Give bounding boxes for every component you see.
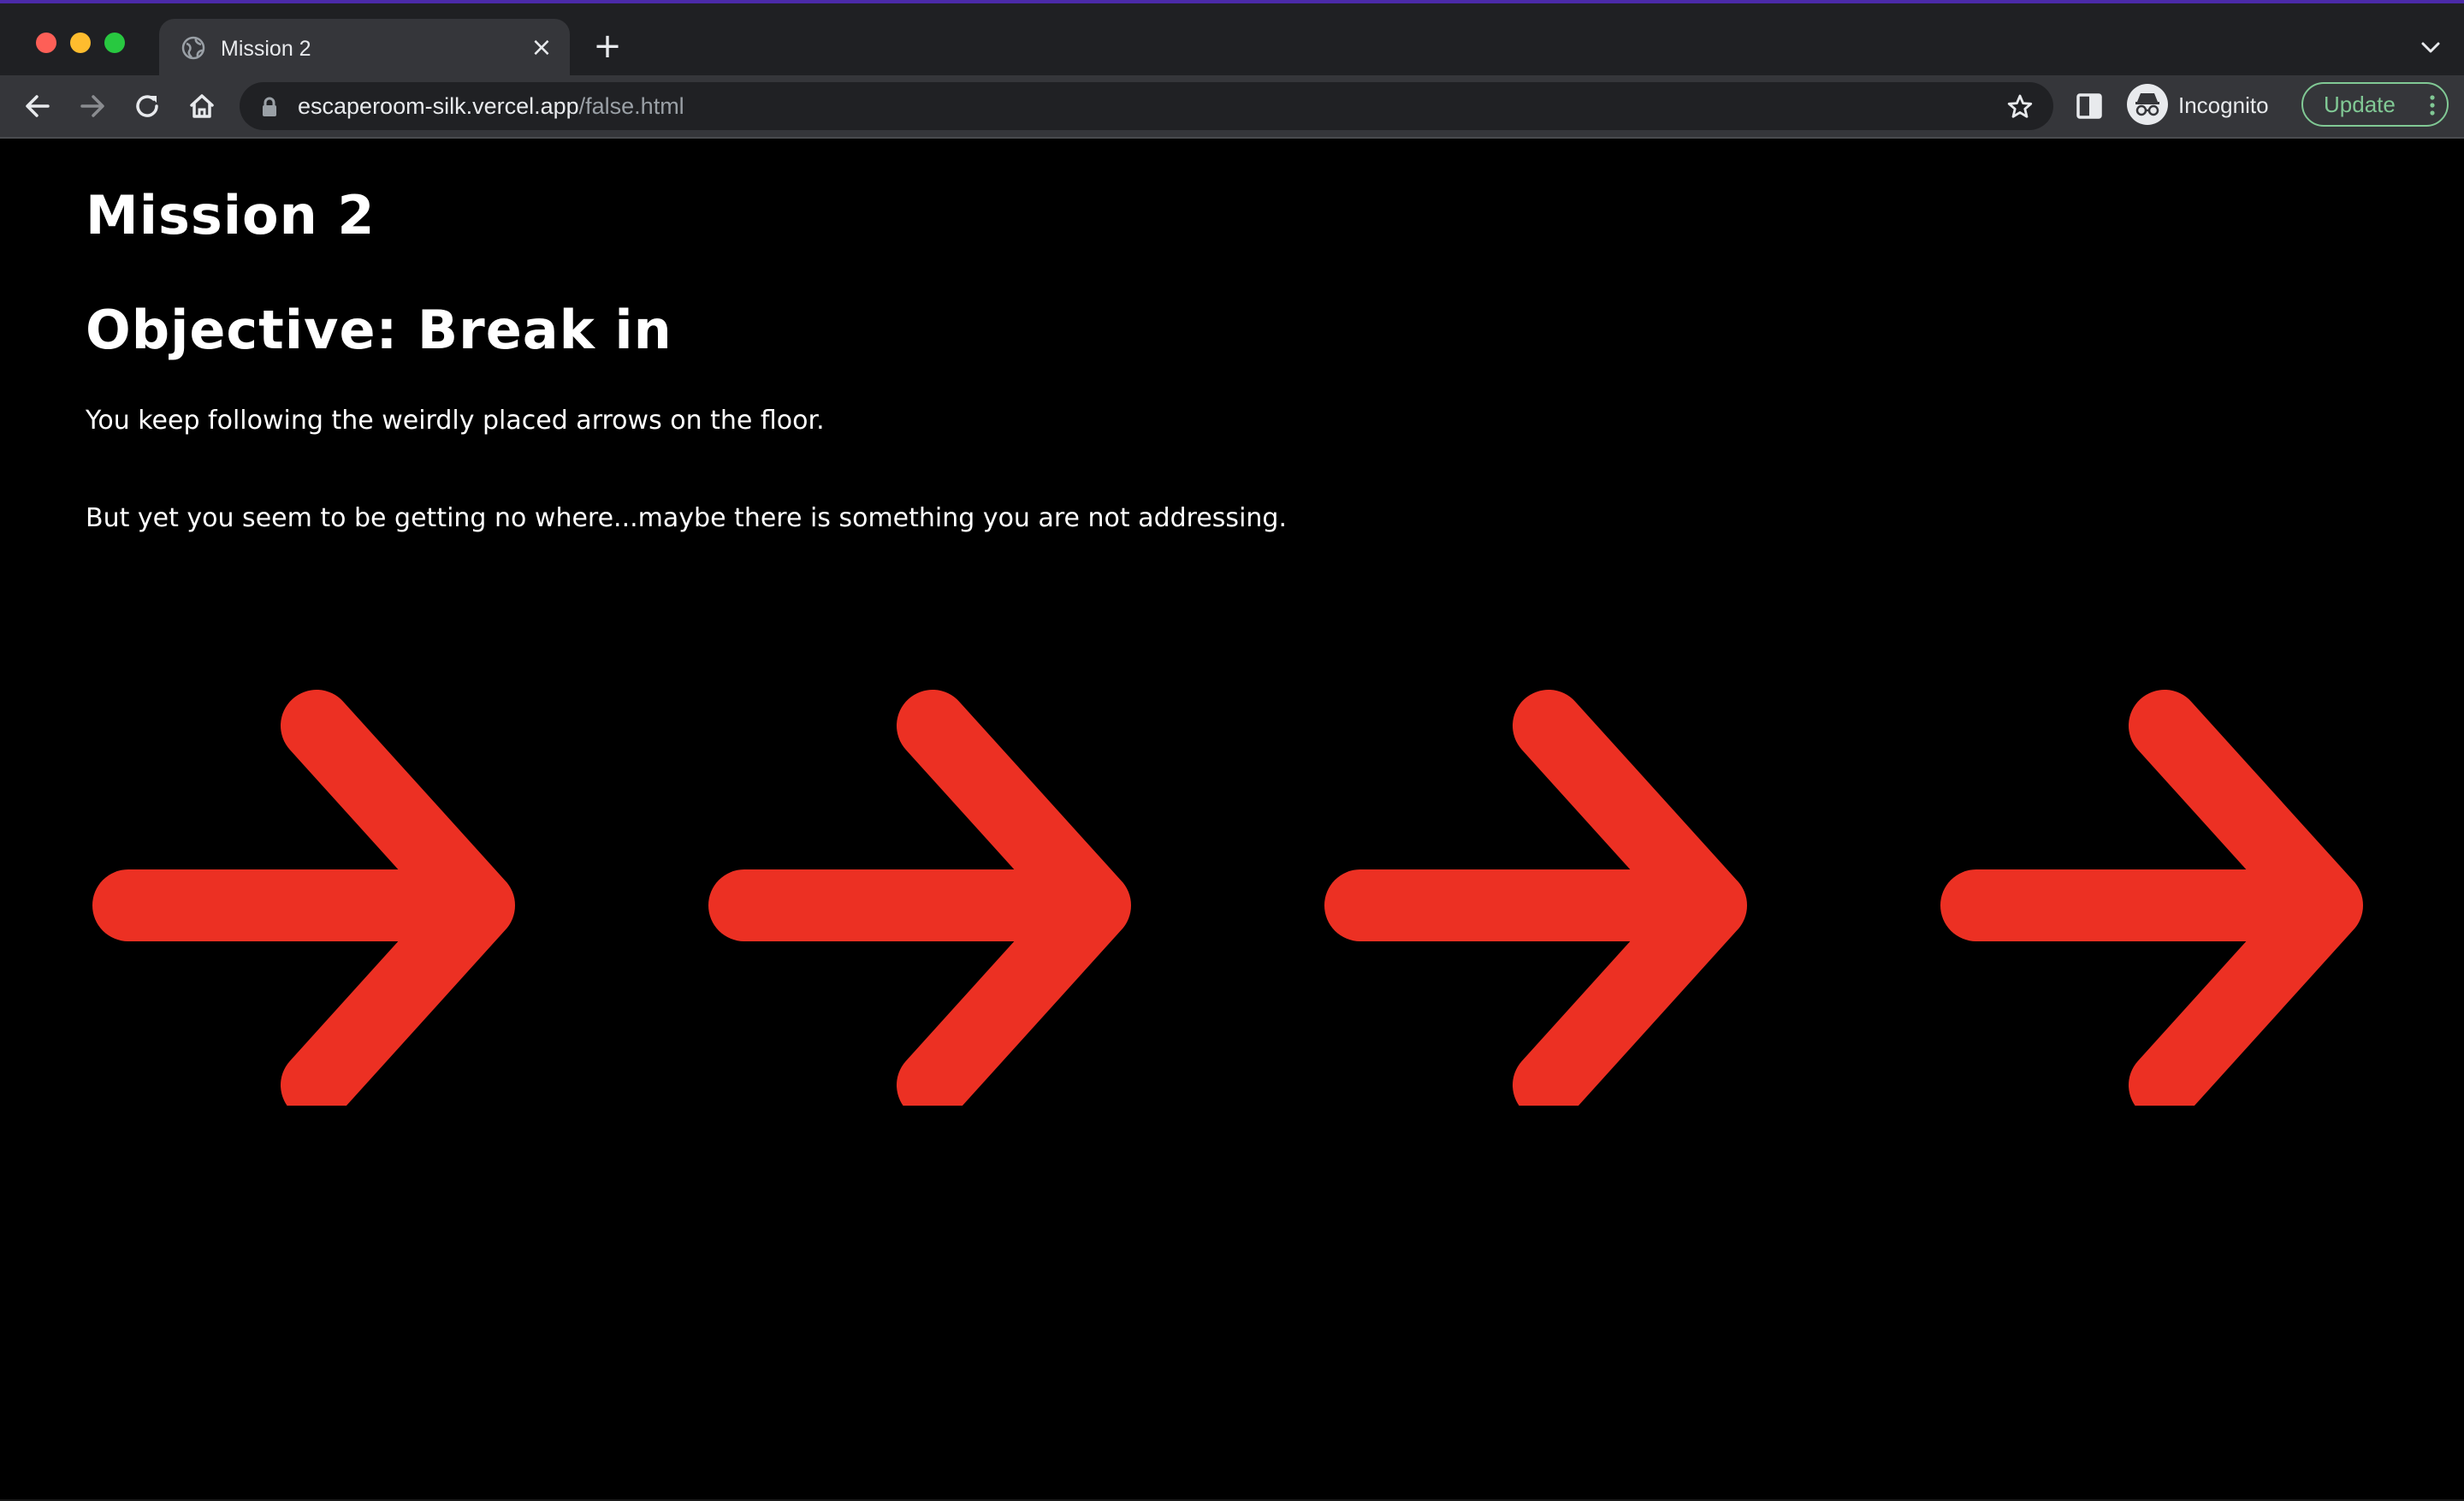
home-icon[interactable] xyxy=(185,89,219,123)
url-domain: escaperoom-silk.vercel.app xyxy=(298,93,579,119)
arrow-right-icon xyxy=(708,690,1131,1106)
reload-icon[interactable] xyxy=(130,89,164,123)
chevron-down-icon[interactable] xyxy=(2418,34,2443,60)
mission-title: Mission 2 xyxy=(86,184,376,246)
more-options-icon[interactable] xyxy=(2428,94,2437,116)
close-tab-icon[interactable]: × xyxy=(527,33,556,62)
tab-strip: Mission 2 × + xyxy=(0,3,2464,79)
tab-title: Mission 2 xyxy=(221,37,311,61)
bookmark-star-icon[interactable] xyxy=(2005,92,2035,122)
back-arrow-icon[interactable] xyxy=(21,89,55,123)
arrow-right-icon xyxy=(1940,690,2363,1106)
globe-icon xyxy=(181,36,205,60)
address-bar[interactable]: escaperoom-silk.vercel.app/false.html xyxy=(240,82,2053,130)
update-button[interactable]: Update xyxy=(2301,82,2449,127)
browser-toolbar: escaperoom-silk.vercel.app/false.html In… xyxy=(0,75,2464,139)
fullscreen-window-button[interactable] xyxy=(104,33,125,53)
update-label: Update xyxy=(2324,92,2396,117)
page-content: Mission 2 Objective: Break in You keep f… xyxy=(0,139,2464,1501)
minimize-window-button[interactable] xyxy=(70,33,91,53)
tab-mission-2[interactable]: Mission 2 × xyxy=(159,19,570,79)
new-tab-button[interactable]: + xyxy=(590,29,625,63)
url-text[interactable]: escaperoom-silk.vercel.app/false.html xyxy=(298,92,684,120)
url-path: /false.html xyxy=(578,93,684,119)
incognito-glyph-icon xyxy=(2135,93,2159,116)
arrow-right-icon xyxy=(92,690,515,1106)
lock-icon[interactable] xyxy=(260,96,279,118)
story-paragraph-1: You keep following the weirdly placed ar… xyxy=(86,406,825,436)
story-paragraph-2: But yet you seem to be getting no where.… xyxy=(86,503,1287,533)
side-panel-icon[interactable] xyxy=(2074,91,2105,122)
objective-heading: Objective: Break in xyxy=(86,299,672,361)
incognito-icon[interactable] xyxy=(2127,84,2168,125)
incognito-label: Incognito xyxy=(2178,92,2269,118)
close-window-button[interactable] xyxy=(36,33,56,53)
forward-arrow-icon[interactable] xyxy=(75,89,110,123)
browser-window: Mission 2 × + escaperoom-silk.vercel.app… xyxy=(0,0,2464,1501)
arrow-right-icon xyxy=(1324,690,1747,1106)
